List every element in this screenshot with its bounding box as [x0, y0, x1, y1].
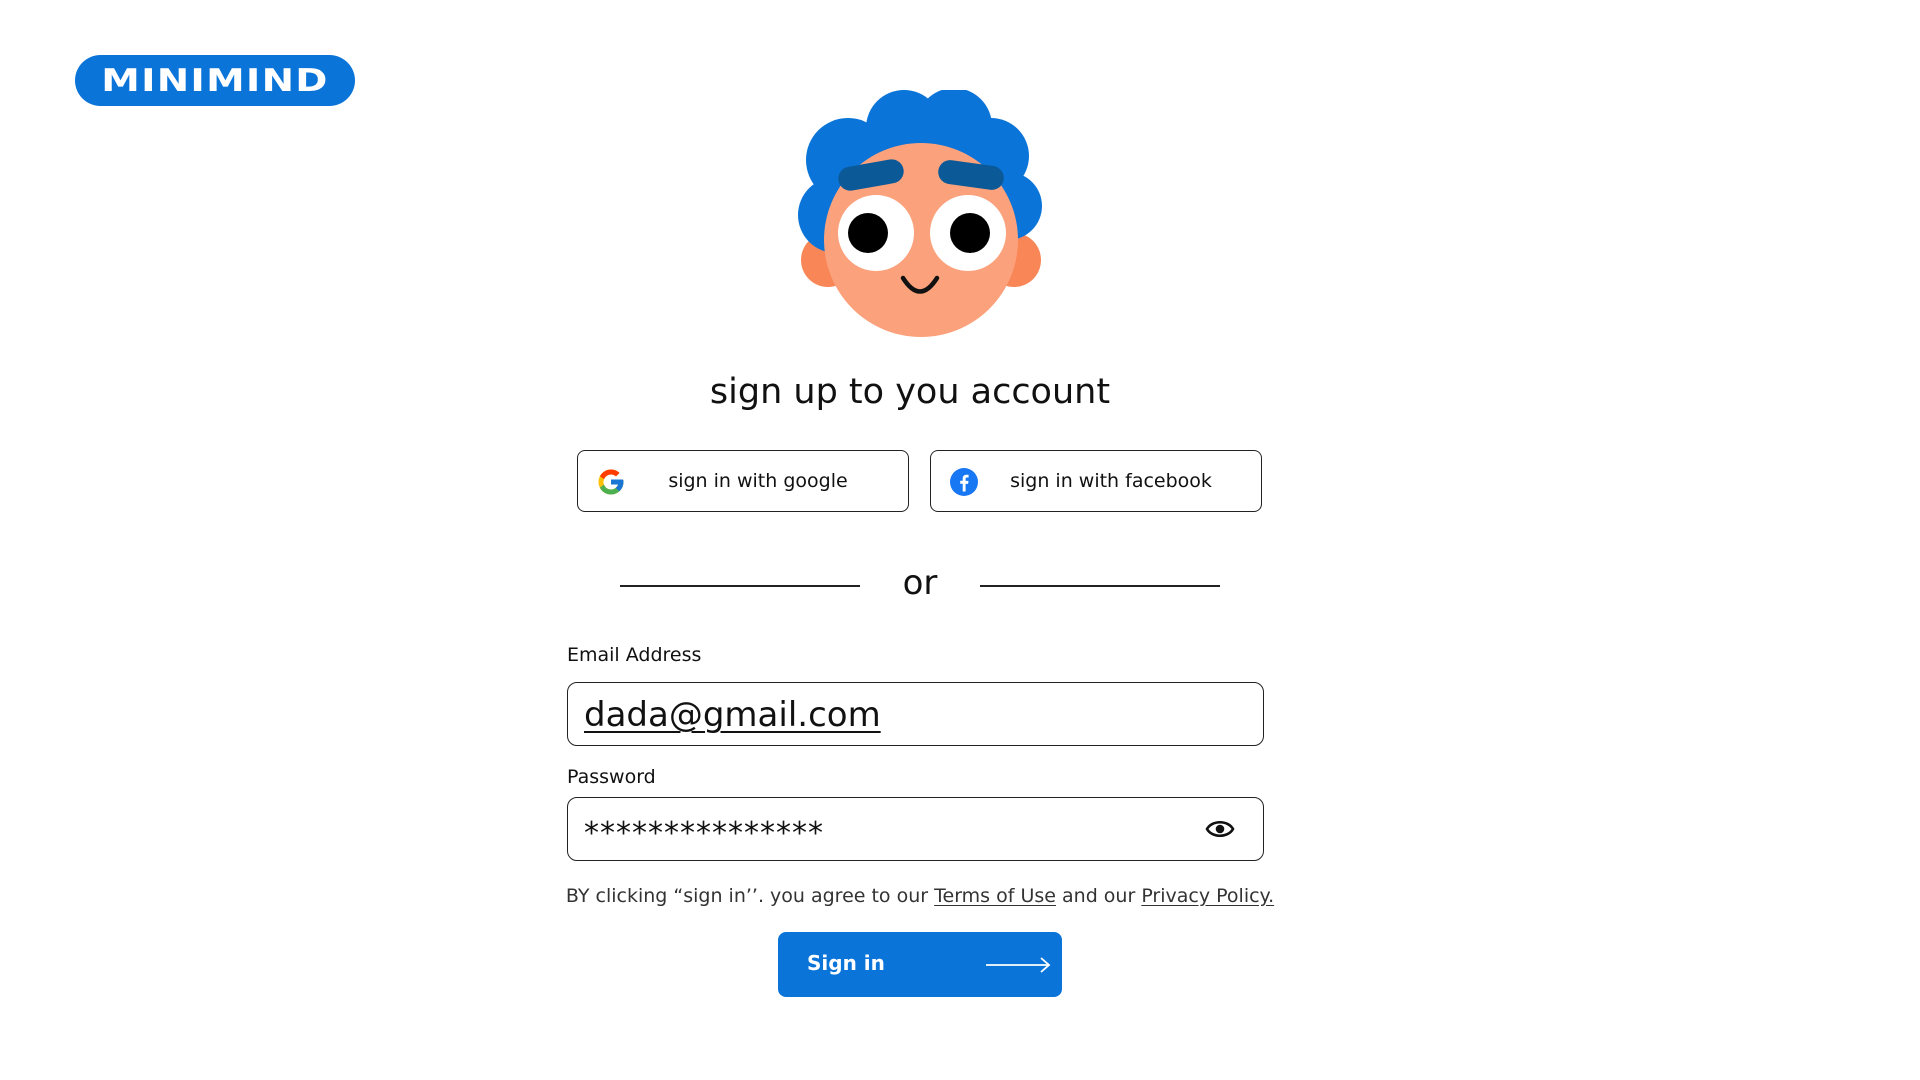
sign-up-page: MINIMIND sign up to you account sign in …	[0, 0, 1920, 1080]
password-field[interactable]: ***************	[567, 797, 1264, 861]
password-value: ***************	[584, 816, 824, 851]
privacy-policy-link[interactable]: Privacy Policy.	[1141, 885, 1274, 907]
facebook-button-label: sign in with facebook	[1010, 470, 1212, 492]
divider-line-left	[620, 585, 860, 587]
sign-in-button[interactable]: Sign in	[778, 932, 1062, 997]
sign-in-label: Sign in	[807, 951, 885, 975]
google-icon	[598, 469, 624, 495]
email-value: dada@gmail.com	[584, 695, 881, 735]
email-label: Email Address	[567, 644, 702, 666]
divider-or: or	[902, 563, 938, 603]
facebook-icon	[950, 468, 978, 496]
eye-icon[interactable]	[1205, 816, 1235, 842]
page-heading: sign up to you account	[709, 372, 1111, 412]
terms-middle: and our	[1055, 885, 1142, 907]
left-pupil	[848, 213, 888, 253]
google-signin-button[interactable]: sign in with google	[577, 450, 909, 512]
terms-text: BY clicking “sign in’’. you agree to our…	[540, 885, 1300, 907]
avatar-illustration	[798, 90, 1042, 337]
right-pupil	[950, 213, 990, 253]
divider-line-right	[980, 585, 1220, 587]
facebook-signin-button[interactable]: sign in with facebook	[930, 450, 1262, 512]
password-label: Password	[567, 766, 656, 788]
logo-text: MINIMIND	[101, 62, 329, 99]
email-field[interactable]: dada@gmail.com	[567, 682, 1264, 746]
minimind-logo[interactable]: MINIMIND	[75, 55, 355, 106]
terms-of-use-link[interactable]: Terms of Use	[934, 885, 1056, 907]
terms-prefix: BY clicking “sign in’’. you agree to our	[565, 885, 935, 907]
arrow-right-icon	[986, 957, 1051, 973]
google-button-label: sign in with google	[668, 470, 848, 492]
